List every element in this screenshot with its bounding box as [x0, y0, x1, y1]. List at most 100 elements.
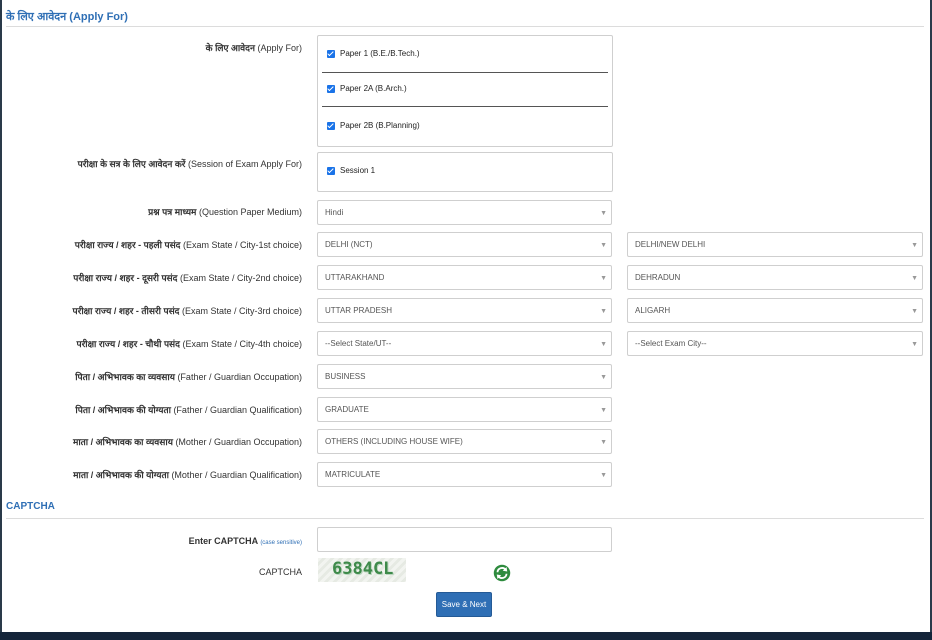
- chevron-down-icon: ▼: [600, 341, 607, 348]
- mother-occupation-label: माता / अभिभावक का व्यवसाय (Mother / Guar…: [73, 436, 302, 448]
- city-select-1[interactable]: DELHI/NEW DELHI ▼: [627, 232, 923, 257]
- father-qualification-select[interactable]: GRADUATE ▼: [317, 397, 612, 422]
- label-text: Enter CAPTCHA: [188, 536, 258, 546]
- label-hindi: परीक्षा के सत्र के लिए आवेदन करें: [77, 159, 186, 169]
- chevron-down-icon: ▼: [600, 472, 607, 479]
- chevron-down-icon: ▼: [600, 439, 607, 446]
- enter-captcha-label: Enter CAPTCHA (case sensitive): [189, 535, 302, 549]
- option-paper-2b[interactable]: Paper 2B (B.Planning): [327, 121, 420, 130]
- label-hindi: के लिए आवेदन: [205, 43, 255, 53]
- city-choice-1-label: परीक्षा राज्य / शहर - पहली पसंद (Exam St…: [75, 239, 302, 251]
- label-english: (Exam State / City-1st choice): [182, 240, 302, 250]
- city-choice-2-label: परीक्षा राज्य / शहर - दूसरी पसंद (Exam S…: [73, 272, 302, 284]
- label-hindi: माता / अभिभावक की योग्यता: [73, 470, 169, 480]
- option-paper-1[interactable]: Paper 1 (B.E./B.Tech.): [327, 49, 420, 58]
- city-choice-3-label: परीक्षा राज्य / शहर - तीसरी पसंद (Exam S…: [73, 305, 302, 317]
- medium-select[interactable]: Hindi ▼: [317, 200, 612, 225]
- chevron-down-icon: ▼: [600, 308, 607, 315]
- chevron-down-icon: ▼: [600, 407, 607, 414]
- label-hindi: परीक्षा राज्य / शहर - दूसरी पसंद: [73, 273, 178, 283]
- city-select-3[interactable]: ALIGARH ▼: [627, 298, 923, 323]
- label-hindi: पिता / अभिभावक का व्यवसाय: [75, 372, 175, 382]
- chevron-down-icon: ▼: [600, 210, 607, 217]
- chevron-down-icon: ▼: [911, 341, 918, 348]
- case-sensitive-hint: (case sensitive): [260, 540, 302, 546]
- label-english: (Question Paper Medium): [198, 207, 302, 217]
- option-session-1[interactable]: Session 1: [327, 166, 375, 175]
- select-value: DELHI (NCT): [325, 240, 373, 249]
- state-select-1[interactable]: DELHI (NCT) ▼: [317, 232, 612, 257]
- select-value: Hindi: [325, 208, 344, 217]
- father-occupation-label: पिता / अभिभावक का व्यवसाय (Father / Guar…: [75, 371, 302, 383]
- chevron-down-icon: ▼: [911, 242, 918, 249]
- checkbox-checked-icon[interactable]: [327, 166, 335, 175]
- option-paper-2a[interactable]: Paper 2A (B.Arch.): [327, 84, 407, 93]
- select-value: --Select Exam City--: [635, 339, 707, 348]
- select-value: ALIGARH: [635, 306, 671, 315]
- label-english: (Exam State / City-2nd choice): [179, 273, 302, 283]
- label-english: (Exam State / City-3rd choice): [181, 306, 302, 316]
- label-hindi: परीक्षा राज्य / शहर - पहली पसंद: [74, 240, 181, 250]
- chevron-down-icon: ▼: [911, 275, 918, 282]
- select-value: BUSINESS: [325, 372, 366, 381]
- section-divider: [6, 518, 924, 519]
- label-hindi: प्रश्न पत्र माध्यम: [148, 207, 197, 217]
- label-english: (Mother / Guardian Qualification): [171, 470, 302, 480]
- label-english: (Father / Guardian Qualification): [173, 405, 302, 415]
- left-edge: [0, 0, 2, 632]
- label-english: (Mother / Guardian Occupation): [175, 437, 302, 447]
- captcha-image: 6384CL: [318, 558, 406, 582]
- city-select-4[interactable]: --Select Exam City-- ▼: [627, 331, 923, 356]
- checkbox-checked-icon[interactable]: [327, 84, 335, 93]
- mother-occupation-select[interactable]: OTHERS (INCLUDING HOUSE WIFE) ▼: [317, 429, 612, 454]
- label-hindi: माता / अभिभावक का व्यवसाय: [72, 437, 173, 447]
- checkbox-checked-icon[interactable]: [327, 121, 335, 130]
- option-label: Paper 2B (B.Planning): [340, 121, 420, 130]
- label-hindi: पिता / अभिभावक की योग्यता: [75, 405, 171, 415]
- select-value: UTTARAKHAND: [325, 273, 385, 282]
- apply-for-options: Paper 1 (B.E./B.Tech.) Paper 2A (B.Arch.…: [317, 35, 613, 147]
- select-value: UTTAR PRADESH: [325, 306, 392, 315]
- chevron-down-icon: ▼: [600, 275, 607, 282]
- select-value: GRADUATE: [325, 405, 369, 414]
- label-hindi: परीक्षा राज्य / शहर - तीसरी पसंद: [72, 306, 180, 316]
- chevron-down-icon: ▼: [911, 308, 918, 315]
- session-label: परीक्षा के सत्र के लिए आवेदन करें (Sessi…: [78, 158, 302, 170]
- captcha-code: 6384CL: [332, 559, 394, 579]
- select-value: MATRICULATE: [325, 470, 381, 479]
- apply-for-label: के लिए आवेदन (Apply For): [206, 42, 302, 54]
- label-english: (Exam State / City-4th choice): [182, 339, 302, 349]
- captcha-label: CAPTCHA: [258, 567, 302, 577]
- session-options: Session 1: [317, 152, 613, 192]
- mother-qualification-label: माता / अभिभावक की योग्यता (Mother / Guar…: [73, 469, 302, 481]
- mother-qualification-select[interactable]: MATRICULATE ▼: [317, 462, 612, 487]
- captcha-input[interactable]: [317, 527, 612, 552]
- refresh-icon[interactable]: [493, 564, 511, 582]
- label-english: (Session of Exam Apply For): [187, 159, 302, 169]
- father-occupation-select[interactable]: BUSINESS ▼: [317, 364, 612, 389]
- option-label: Paper 2A (B.Arch.): [340, 84, 407, 93]
- state-select-4[interactable]: --Select State/UT-- ▼: [317, 331, 612, 356]
- city-select-2[interactable]: DEHRADUN ▼: [627, 265, 923, 290]
- state-select-3[interactable]: UTTAR PRADESH ▼: [317, 298, 612, 323]
- label-english: (Father / Guardian Occupation): [177, 372, 302, 382]
- apply-section-title: के लिए आवेदन (Apply For): [6, 11, 128, 23]
- captcha-section-title: CAPTCHA: [6, 501, 55, 512]
- chevron-down-icon: ▼: [600, 374, 607, 381]
- select-value: OTHERS (INCLUDING HOUSE WIFE): [325, 437, 463, 446]
- label-hindi: परीक्षा राज्य / शहर - चौथी पसंद: [76, 339, 180, 349]
- medium-label: प्रश्न पत्र माध्यम (Question Paper Mediu…: [148, 206, 302, 218]
- section-divider: [6, 26, 924, 27]
- label-english: (Apply For): [257, 43, 302, 53]
- city-choice-4-label: परीक्षा राज्य / शहर - चौथी पसंद (Exam St…: [76, 338, 302, 350]
- father-qualification-label: पिता / अभिभावक की योग्यता (Father / Guar…: [75, 404, 302, 416]
- option-divider: [322, 72, 608, 73]
- checkbox-checked-icon[interactable]: [327, 49, 335, 58]
- save-and-next-button[interactable]: Save & Next: [436, 592, 492, 617]
- option-divider: [322, 106, 608, 107]
- chevron-down-icon: ▼: [600, 242, 607, 249]
- state-select-2[interactable]: UTTARAKHAND ▼: [317, 265, 612, 290]
- application-form-page: के लिए आवेदन (Apply For) के लिए आवेदन (A…: [0, 0, 932, 640]
- option-label: Session 1: [340, 166, 376, 175]
- select-value: --Select State/UT--: [325, 339, 392, 348]
